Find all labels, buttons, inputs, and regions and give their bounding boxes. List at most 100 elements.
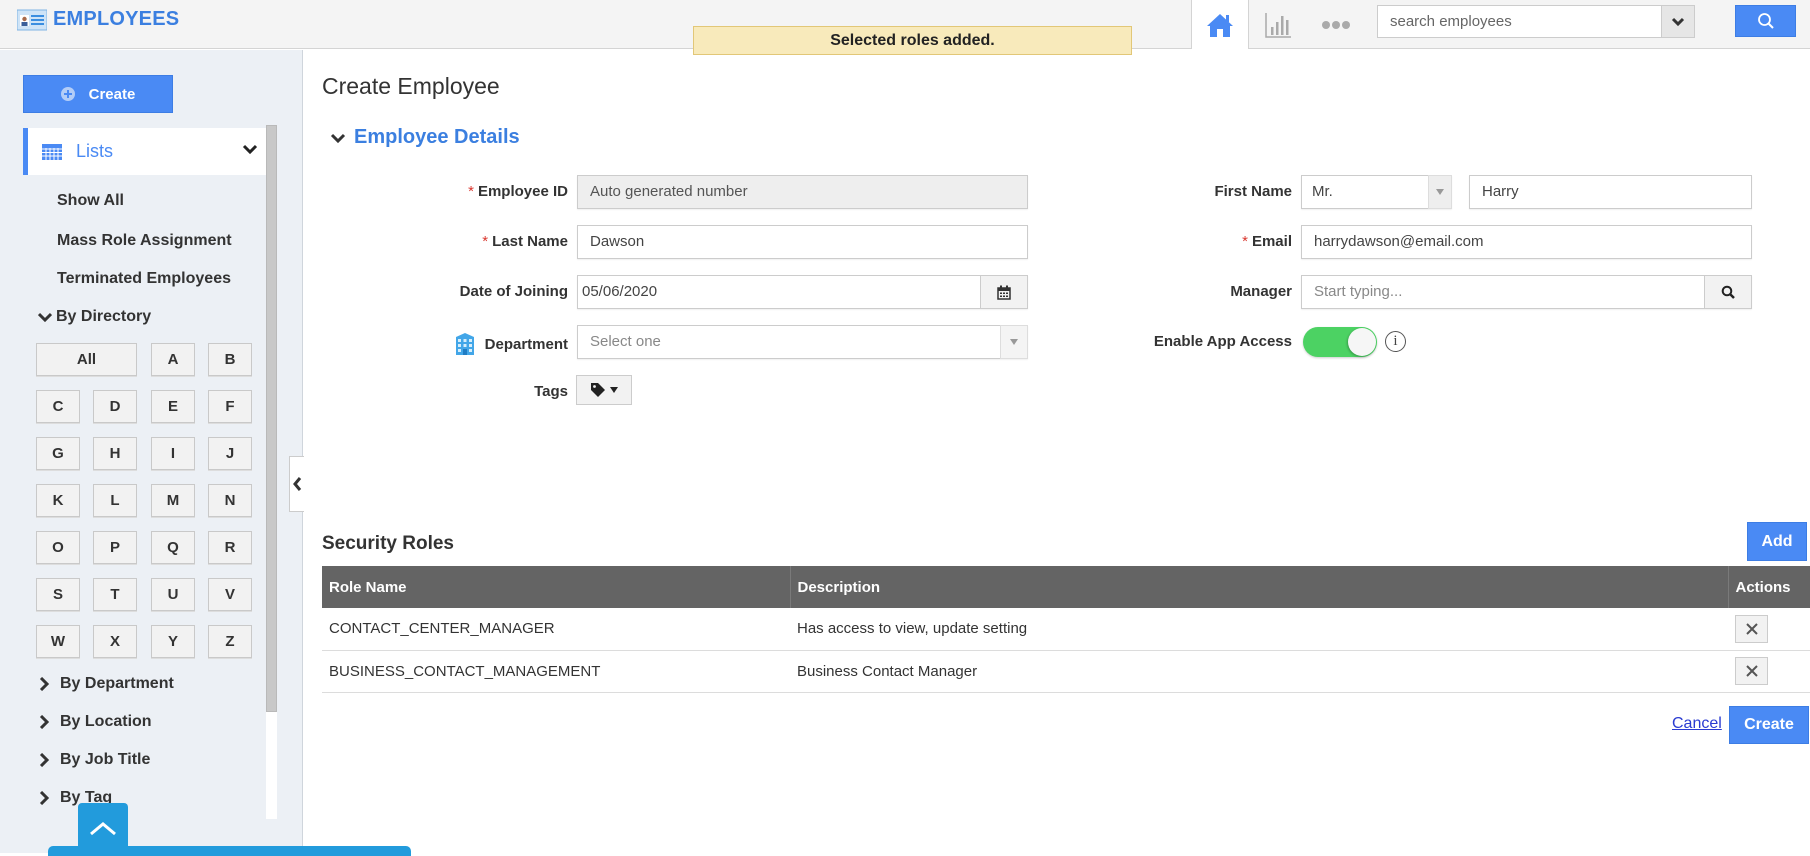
salutation-select[interactable]: Mr. — [1301, 175, 1452, 209]
directory-filter-letter[interactable]: V — [208, 578, 252, 611]
remove-role-button[interactable] — [1735, 614, 1768, 643]
search-icon — [1757, 13, 1774, 29]
sidebar-section-by-directory[interactable]: By Directory — [38, 308, 151, 326]
close-icon — [1745, 665, 1758, 677]
employee-id-label: * Employee ID — [468, 183, 568, 200]
chevron-right-icon — [39, 677, 50, 691]
sidebar-item-lists[interactable]: Lists — [23, 128, 266, 175]
department-select[interactable]: Select one — [577, 325, 1028, 359]
directory-filter-letter[interactable]: P — [93, 531, 137, 564]
employee-id-field: Auto generated number — [577, 175, 1028, 209]
table-header-row: Role Name Description Actions — [322, 566, 1810, 608]
by-directory-label: By Directory — [56, 308, 152, 325]
directory-filter-letter[interactable]: J — [208, 437, 252, 470]
directory-filter-letter[interactable]: U — [151, 578, 195, 611]
directory-filter-letter[interactable]: I — [151, 437, 195, 470]
sidebar-link-show-all[interactable]: Show All — [57, 192, 124, 210]
chevron-left-icon — [293, 477, 302, 491]
directory-filter-letter[interactable]: H — [93, 437, 137, 470]
tags-dropdown-button[interactable] — [576, 375, 632, 405]
employee-details-toggle[interactable]: Employee Details — [330, 126, 520, 149]
department-dropdown-arrow[interactable] — [1000, 325, 1028, 359]
tags-label: Tags — [534, 383, 568, 400]
sidebar-section-by-location[interactable]: By Location — [38, 713, 152, 731]
chevron-down-icon — [38, 312, 52, 322]
actions-cell — [1728, 608, 1810, 651]
search-button[interactable] — [1735, 5, 1796, 37]
chevron-right-icon — [39, 715, 50, 729]
app-access-label: Enable App Access — [1153, 333, 1292, 350]
calendar-icon — [997, 285, 1011, 300]
email-input[interactable]: harrydawson@email.com — [1301, 225, 1752, 259]
page-title: Create Employee — [322, 73, 500, 99]
search-icon — [1721, 285, 1735, 299]
chevron-up-icon — [90, 822, 116, 836]
reports-button[interactable] — [1249, 0, 1307, 49]
search-filter-dropdown[interactable] — [1661, 6, 1694, 37]
directory-filter-letter[interactable]: E — [151, 390, 195, 423]
bottom-panel-bar[interactable] — [48, 846, 411, 856]
caret-down-icon — [1010, 339, 1018, 345]
description-cell: Business Contact Manager — [790, 650, 1728, 693]
directory-filter-letter[interactable]: G — [36, 437, 80, 470]
directory-filter-letter[interactable]: D — [93, 390, 137, 423]
app-access-toggle[interactable] — [1303, 327, 1377, 357]
directory-filter-letter[interactable]: X — [93, 625, 137, 658]
last-name-input[interactable]: Dawson — [577, 225, 1028, 259]
description-cell: Has access to view, update setting — [790, 608, 1728, 651]
directory-filter-letter[interactable]: Z — [208, 625, 252, 658]
section-label: By Job Title — [60, 751, 151, 768]
more-icon — [1322, 20, 1350, 29]
date-of-joining-label: Date of Joining — [459, 283, 568, 300]
calendar-button[interactable] — [980, 275, 1028, 309]
sidebar-create-button[interactable]: Create — [23, 75, 173, 113]
sidebar-scrollbar-thumb[interactable] — [266, 125, 277, 712]
sidebar-section-by-department[interactable]: By Department — [38, 675, 174, 693]
directory-filter-letter[interactable]: L — [93, 484, 137, 517]
search-input[interactable] — [1378, 6, 1658, 37]
home-icon — [1207, 13, 1233, 37]
directory-filter-letter[interactable]: Y — [151, 625, 195, 658]
column-header-description[interactable]: Description — [790, 566, 1729, 608]
more-button[interactable] — [1307, 0, 1365, 49]
add-role-button[interactable]: Add — [1747, 522, 1807, 561]
cancel-link[interactable]: Cancel — [1672, 715, 1722, 733]
date-of-joining-input[interactable]: 05/06/2020 — [577, 275, 1028, 309]
chevron-right-icon — [39, 791, 50, 805]
info-icon[interactable]: i — [1385, 331, 1406, 352]
sidebar-section-by-job-title[interactable]: By Job Title — [38, 751, 150, 769]
directory-filter-letter[interactable]: K — [36, 484, 80, 517]
directory-filter-letter[interactable]: Q — [151, 531, 195, 564]
toggle-knob — [1348, 328, 1376, 356]
directory-filter-all[interactable]: All — [36, 343, 137, 376]
chart-icon — [1265, 12, 1291, 38]
directory-filter-letter[interactable]: A — [151, 343, 195, 376]
directory-filter-letter[interactable]: M — [151, 484, 195, 517]
directory-filter-letter[interactable]: N — [208, 484, 252, 517]
create-employee-button[interactable]: Create — [1729, 706, 1809, 744]
directory-filter-letter[interactable]: S — [36, 578, 80, 611]
salutation-dropdown-arrow[interactable] — [1428, 175, 1452, 209]
home-button[interactable] — [1191, 0, 1249, 49]
manager-placeholder: Start typing... — [1314, 283, 1403, 300]
first-name-label: First Name — [1214, 183, 1292, 200]
sidebar-link-terminated-employees[interactable]: Terminated Employees — [57, 270, 231, 288]
column-header-role-name[interactable]: Role Name — [322, 566, 791, 608]
employee-card-icon — [16, 9, 48, 31]
directory-filter-letter[interactable]: W — [36, 625, 80, 658]
search-box — [1377, 5, 1695, 38]
first-name-input[interactable]: Harry — [1469, 175, 1752, 209]
directory-filter-letter[interactable]: O — [36, 531, 80, 564]
directory-filter-letter[interactable]: B — [208, 343, 252, 376]
directory-filter-letter[interactable]: T — [93, 578, 137, 611]
close-icon — [1745, 623, 1758, 635]
collapse-sidebar-button[interactable] — [289, 456, 304, 512]
directory-filter-letter[interactable]: C — [36, 390, 80, 423]
sidebar-link-mass-role-assignment[interactable]: Mass Role Assignment — [57, 232, 232, 250]
manager-input[interactable]: Start typing... — [1301, 275, 1752, 309]
directory-filter-letter[interactable]: F — [208, 390, 252, 423]
directory-filter-letter[interactable]: R — [208, 531, 252, 564]
tag-icon — [591, 383, 605, 397]
remove-role-button[interactable] — [1735, 657, 1768, 685]
manager-search-button[interactable] — [1704, 275, 1752, 309]
